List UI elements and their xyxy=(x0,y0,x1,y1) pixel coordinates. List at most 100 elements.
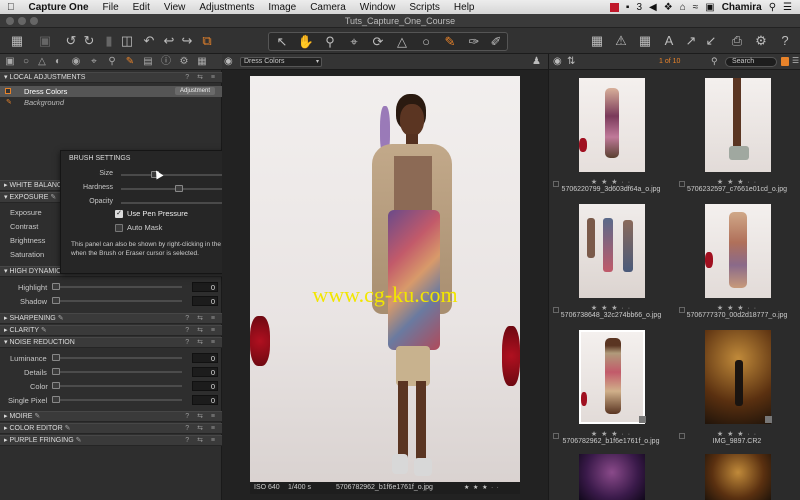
redo-icon[interactable]: ↪ xyxy=(178,32,196,50)
chat-icon[interactable]: ▪ xyxy=(626,2,630,13)
thumbnail-image[interactable] xyxy=(579,78,645,172)
menu-image[interactable]: Image xyxy=(261,2,303,13)
thumbnail-rating[interactable]: ★ ★ ★ · · xyxy=(677,304,797,312)
thumbnail-cell[interactable]: ★ ★ ★ · · IMG_9897.CR2 xyxy=(677,326,797,446)
filter-icon[interactable]: ⚲ xyxy=(711,56,718,67)
color-value[interactable]: 0 xyxy=(192,381,218,391)
menu-camera[interactable]: Camera xyxy=(303,2,353,13)
section-noise-reduction[interactable]: ▾ NOISE REDUCTION? ⇆ ≡ xyxy=(0,337,222,348)
wifi-icon[interactable]: ≈ xyxy=(693,2,699,13)
rotate-left-icon[interactable]: ↺ xyxy=(62,32,80,50)
spotlight-icon[interactable]: ⚲ xyxy=(769,2,776,13)
thumbnail-cell[interactable]: ★ ★ ★ · · 5706777370_00d2d18777_o.jpg xyxy=(677,200,797,320)
list-icon[interactable]: ☰ xyxy=(783,2,792,13)
details-slider[interactable] xyxy=(52,368,182,375)
sort-icon[interactable]: ⇅ xyxy=(567,56,575,67)
tab-metadata-icon[interactable]: ⓘ xyxy=(160,56,172,68)
details-value[interactable]: 0 xyxy=(192,367,218,377)
tab-details-icon[interactable]: ⚲ xyxy=(106,56,118,68)
highlight-value[interactable]: 0 xyxy=(192,282,218,292)
thumbnail-cell[interactable]: ★ ★ ★ · · 5706738648_32c274bb66_o.jpg xyxy=(551,200,671,320)
menu-edit[interactable]: Edit xyxy=(126,2,157,13)
viewer-rating[interactable]: ★ ★ ★ · · xyxy=(464,484,500,491)
menu-help[interactable]: Help xyxy=(447,2,482,13)
menu-file[interactable]: File xyxy=(96,2,126,13)
auto-mask-label[interactable]: Auto Mask xyxy=(127,223,162,232)
grid-icon[interactable]: ▦ xyxy=(588,32,606,50)
thumbnail-cell[interactable]: ★ ★ ★ · · 5706220799_3d603df64a_o.jpg xyxy=(551,74,671,194)
apple-icon[interactable]:  xyxy=(0,2,22,13)
brush-icon[interactable]: ✎ xyxy=(441,33,459,51)
thumbnail-image[interactable] xyxy=(579,204,645,298)
keystone-icon[interactable]: △ xyxy=(393,33,411,51)
thumbnail-image[interactable] xyxy=(579,330,645,424)
use-pen-pressure-label[interactable]: Use Pen Pressure xyxy=(127,209,188,218)
user-name[interactable]: Chamira xyxy=(722,2,762,13)
tab-composition-icon[interactable]: ⌖ xyxy=(88,56,100,68)
slider-knob[interactable] xyxy=(52,368,60,375)
tab-batch-icon[interactable]: ▦ xyxy=(196,56,208,68)
zoom-icon[interactable]: ⚲ xyxy=(321,33,339,51)
tab-library-icon[interactable]: ▣ xyxy=(4,56,16,68)
menu-window[interactable]: Window xyxy=(353,2,403,13)
filter-active-icon[interactable] xyxy=(781,57,789,66)
slider-knob[interactable] xyxy=(175,185,183,192)
annotate-icon[interactable]: ✐ xyxy=(487,33,505,51)
layer-row-dress-colors[interactable]: Dress Colors Adjustment xyxy=(0,86,222,97)
sync-icon[interactable]: ◀ xyxy=(649,2,657,13)
reset-icon[interactable]: ↶ xyxy=(140,32,158,50)
help-icon[interactable]: ? xyxy=(776,32,794,50)
tab-output-icon[interactable]: ⚙ xyxy=(178,56,190,68)
tab-local-adjustments-icon[interactable]: ✎ xyxy=(124,56,136,68)
section-clarity[interactable]: ▸ CLARITY ✎? ⇆ ≡ xyxy=(0,325,222,336)
section-sharpening[interactable]: ▸ SHARPENING ✎? ⇆ ≡ xyxy=(0,313,222,324)
color-picker-icon[interactable]: ✑ xyxy=(465,33,483,51)
layer-name[interactable]: Dress Colors xyxy=(24,87,67,96)
tab-color-icon[interactable]: △ xyxy=(36,56,48,68)
thumbnail-image[interactable] xyxy=(705,78,771,172)
battery-icon[interactable]: ▣ xyxy=(705,2,714,13)
section-local-adjustments[interactable]: ▾ LOCAL ADJUSTMENTS? ⇆ ≡ xyxy=(0,72,222,83)
layer-enable-checkbox[interactable] xyxy=(5,88,11,94)
pan-icon[interactable]: ✋ xyxy=(297,33,315,51)
apply-adjustments-icon[interactable]: ↙ xyxy=(702,32,720,50)
shadow-value[interactable]: 0 xyxy=(192,296,218,306)
layer-row-background[interactable]: ✎ Background xyxy=(0,97,222,108)
thumbnail-rating[interactable]: ★ ★ ★ · · xyxy=(677,430,797,438)
focus-grid-icon[interactable]: ▦ xyxy=(636,32,654,50)
luminance-slider[interactable] xyxy=(52,354,182,361)
exposure-warning-icon[interactable]: ⚠ xyxy=(612,32,630,50)
use-pen-pressure-checkbox[interactable]: ✓ xyxy=(115,210,123,218)
thumbnail-image[interactable] xyxy=(705,454,771,500)
brush-hardness-slider[interactable] xyxy=(121,185,231,192)
viewer[interactable]: ◉ Dress Colors ▾ ♟ www.cg-ku.com ISO 640… xyxy=(222,54,548,500)
thumbnail-rating[interactable]: ★ ★ ★ · · xyxy=(551,304,671,312)
thumbnail-rating[interactable]: ★ ★ ★ · · xyxy=(551,430,671,438)
rotate-tool-icon[interactable]: ⟳ xyxy=(369,33,387,51)
layer-name[interactable]: Background xyxy=(24,98,64,107)
thumbnail-cell-selected[interactable]: ★ ★ ★ · · 5706782962_b1f6e1761f_o.jpg xyxy=(551,326,671,446)
library-icon[interactable]: ▦ xyxy=(8,32,26,50)
spot-removal-icon[interactable]: ○ xyxy=(417,33,435,51)
select-cursor-icon[interactable]: ↖ xyxy=(273,33,291,51)
menu-icon[interactable]: ☰ xyxy=(792,56,799,65)
person-icon[interactable]: ♟ xyxy=(532,56,541,67)
thumbnail-image[interactable] xyxy=(705,330,771,424)
home-icon[interactable]: ⌂ xyxy=(680,2,686,13)
auto-mask-checkbox[interactable] xyxy=(115,224,123,232)
folder-icon[interactable]: ▮ xyxy=(100,32,118,50)
thumbnail-cell[interactable]: ★ ★ ★ · · 5706232597_c7661e01cd_o.jpg xyxy=(677,74,797,194)
single-pixel-slider[interactable] xyxy=(52,396,182,403)
section-moire[interactable]: ▸ MOIRE ✎? ⇆ ≡ xyxy=(0,411,222,422)
rotate-right-icon[interactable]: ↻ xyxy=(80,32,98,50)
slider-knob[interactable] xyxy=(52,283,60,290)
thumbnail-image[interactable] xyxy=(705,204,771,298)
brush-size-slider[interactable] xyxy=(121,171,231,178)
slider-knob[interactable] xyxy=(52,297,60,304)
section-purple-fringing[interactable]: ▸ PURPLE FRINGING ✎? ⇆ ≡ xyxy=(0,435,222,446)
tab-adjustments-icon[interactable]: ▤ xyxy=(142,56,154,68)
record-icon[interactable] xyxy=(609,2,619,12)
undo-icon[interactable]: ↩ xyxy=(160,32,178,50)
thumbnail-rating[interactable]: ★ ★ ★ · · xyxy=(677,178,797,186)
variants-icon[interactable]: ⧉ xyxy=(198,32,216,50)
